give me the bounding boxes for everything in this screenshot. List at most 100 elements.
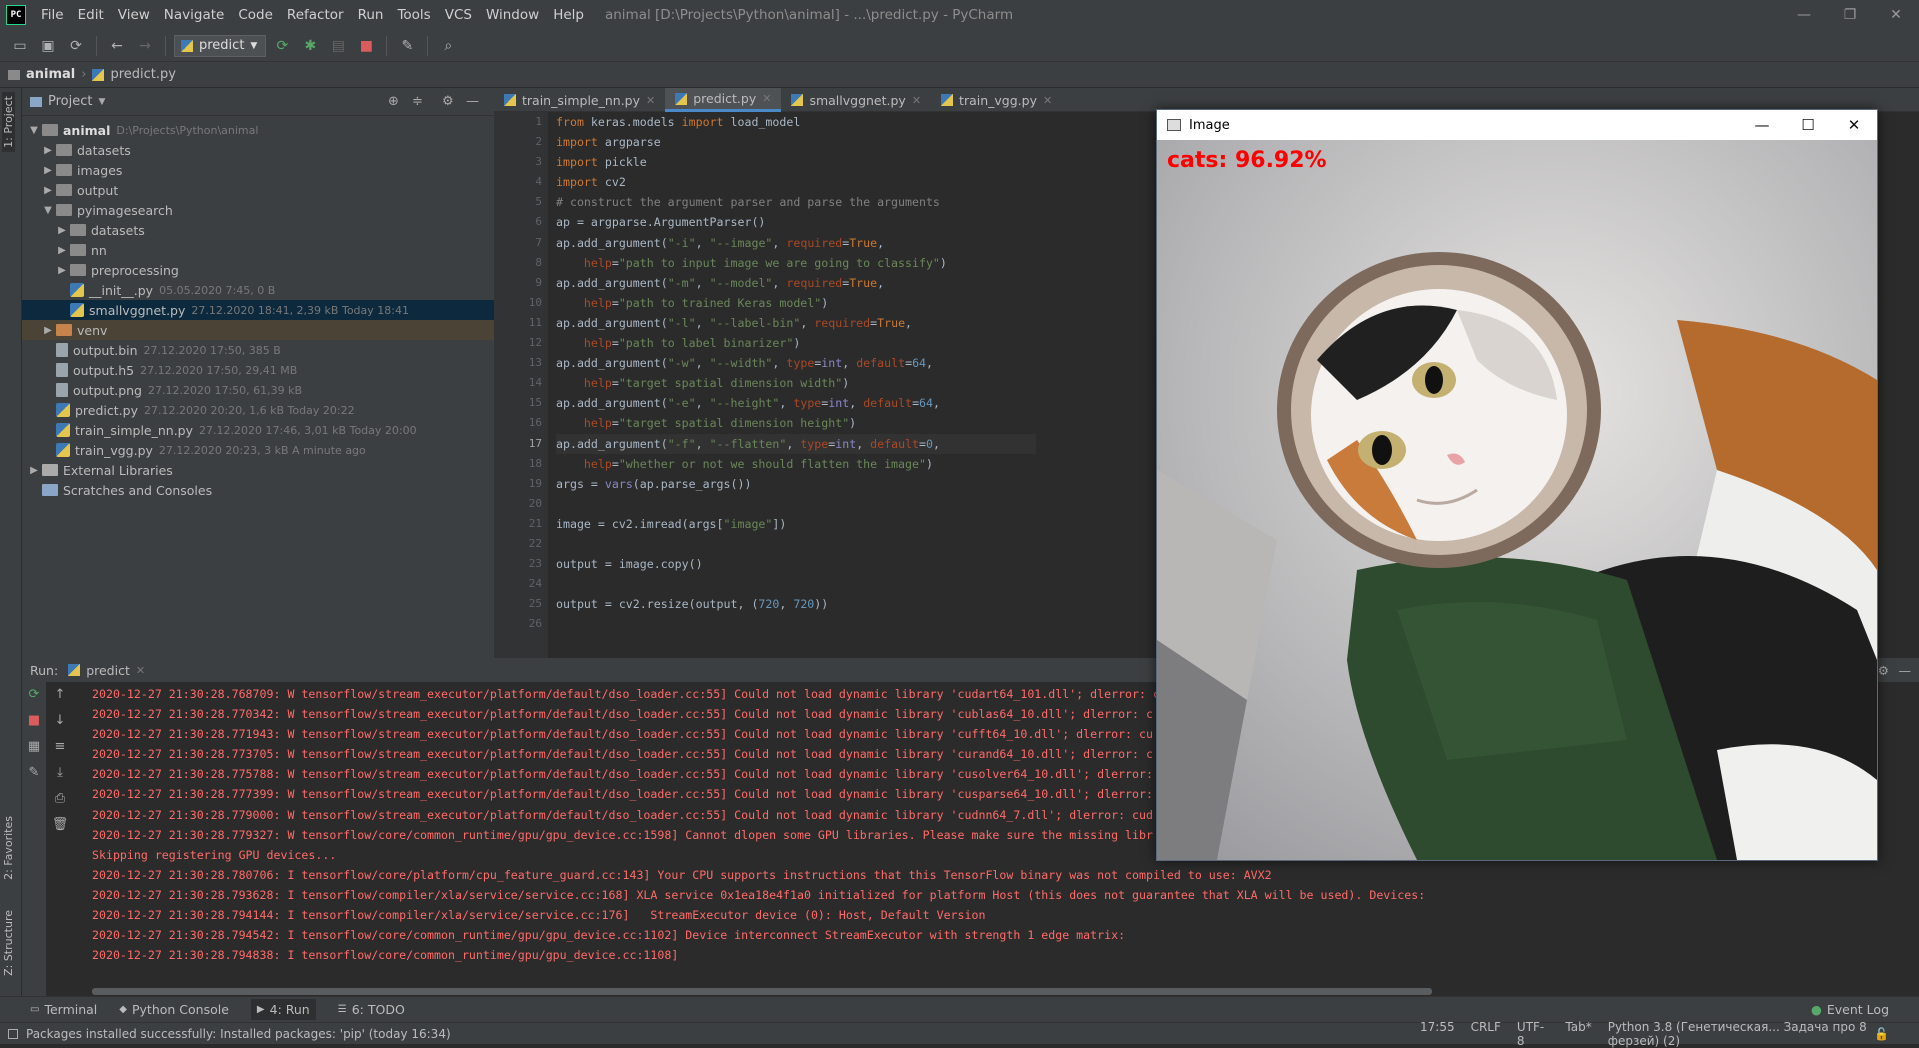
chevron-down-icon[interactable]: ▼	[26, 125, 42, 136]
indent-setting[interactable]: Tab*	[1565, 1020, 1591, 1048]
line-separator[interactable]: CRLF	[1471, 1020, 1501, 1048]
code-area[interactable]: from keras.models import load_model impor…	[556, 112, 1036, 634]
forward-icon[interactable]: →	[133, 34, 157, 58]
soft-wrap-icon[interactable]: ≡	[48, 734, 72, 760]
tool-tab-4-run[interactable]: ▶ 4: Run	[250, 999, 316, 1020]
close-icon[interactable]: ✕	[1831, 110, 1877, 140]
chevron-right-icon[interactable]: ▶	[26, 465, 42, 476]
tree-item[interactable]: ▶ datasets	[22, 140, 494, 160]
scroll-down-icon[interactable]: ↓	[48, 708, 72, 734]
chevron-right-icon[interactable]: ▶	[40, 145, 56, 156]
menu-file[interactable]: File	[34, 7, 71, 23]
pin-icon[interactable]: ✎	[22, 760, 46, 786]
tree-item[interactable]: ▶ images	[22, 160, 494, 180]
close-tab-icon[interactable]: ✕	[762, 92, 771, 105]
maximize-icon[interactable]: ☐	[1785, 110, 1831, 140]
close-tab-icon[interactable]: ✕	[646, 94, 655, 107]
breadcrumb-file[interactable]: predict.py	[110, 67, 176, 82]
close-tab-icon[interactable]: ✕	[1043, 94, 1052, 107]
menu-navigate[interactable]: Navigate	[157, 7, 232, 23]
editor-tab[interactable]: train_vgg.py ✕	[931, 88, 1062, 112]
tool-tab-terminal[interactable]: ▭ Terminal	[30, 999, 97, 1020]
tree-item[interactable]: output.bin 27.12.2020 17:50, 385 B	[22, 340, 494, 360]
tree-item[interactable]: ▼ animal D:\Projects\Python\animal	[22, 120, 494, 140]
close-tab-icon[interactable]: ✕	[136, 664, 145, 677]
open-folder-icon[interactable]: ▭	[8, 34, 32, 58]
cursor-position[interactable]: 17:55	[1420, 1020, 1455, 1048]
menu-code[interactable]: Code	[231, 7, 280, 23]
tree-item[interactable]: ▶ External Libraries	[22, 460, 494, 480]
menu-window[interactable]: Window	[479, 7, 546, 23]
stop-icon[interactable]: ■	[22, 708, 46, 734]
tree-item[interactable]: predict.py 27.12.2020 20:20, 1,6 kB Today…	[22, 400, 494, 420]
coverage-icon[interactable]: ▤	[326, 34, 350, 58]
hide-icon[interactable]: —	[466, 94, 479, 109]
close-icon[interactable]: ✕	[1873, 0, 1919, 30]
interpreter-select[interactable]: Python 3.8 (Генетическая... Задача про 8…	[1608, 1020, 1919, 1048]
lock-icon[interactable]: 🔓	[1874, 1027, 1889, 1041]
chevron-right-icon[interactable]: ▶	[54, 265, 70, 276]
structure-tool-button[interactable]: Z: Structure	[2, 910, 15, 976]
close-tab-icon[interactable]: ✕	[912, 94, 921, 107]
menu-vcs[interactable]: VCS	[438, 7, 479, 23]
event-log-button[interactable]: ● Event Log	[1811, 1002, 1889, 1017]
menu-view[interactable]: View	[111, 7, 157, 23]
menu-edit[interactable]: Edit	[71, 7, 111, 23]
chevron-right-icon[interactable]: ▶	[54, 245, 70, 256]
chevron-right-icon[interactable]: ▶	[40, 185, 56, 196]
tree-item[interactable]: ▼ pyimagesearch	[22, 200, 494, 220]
tree-item[interactable]: ▶ preprocessing	[22, 260, 494, 280]
editor-tab[interactable]: smallvggnet.py ✕	[781, 88, 931, 112]
chevron-right-icon[interactable]: ▶	[40, 325, 56, 336]
menu-tools[interactable]: Tools	[390, 7, 437, 23]
minimize-icon[interactable]: —	[1739, 110, 1785, 140]
tree-item[interactable]: smallvggnet.py 27.12.2020 18:41, 2,39 kB …	[22, 300, 494, 320]
save-all-icon[interactable]: ▣	[36, 34, 60, 58]
tree-item[interactable]: __init__.py 05.05.2020 7:45, 0 B	[22, 280, 494, 300]
debug-icon[interactable]: ✱	[298, 34, 322, 58]
favorites-tool-button[interactable]: 2: Favorites	[2, 816, 15, 880]
project-panel-title[interactable]: Project	[48, 94, 92, 109]
chevron-right-icon[interactable]: ▶	[40, 165, 56, 176]
tree-item[interactable]: train_vgg.py 27.12.2020 20:23, 3 kB A min…	[22, 440, 494, 460]
scroll-up-icon[interactable]: ↑	[48, 682, 72, 708]
rerun-icon[interactable]: ⟳	[270, 34, 294, 58]
tree-item[interactable]: ▶ nn	[22, 240, 494, 260]
search-icon[interactable]: ⌕	[436, 34, 460, 58]
status-message[interactable]: Packages installed successfully: Install…	[26, 1027, 451, 1041]
print-icon[interactable]: ⎙	[48, 786, 72, 812]
minimize-icon[interactable]: —	[1781, 0, 1827, 30]
tree-item[interactable]: ▶ datasets	[22, 220, 494, 240]
collapse-icon[interactable]: ≑	[412, 94, 423, 109]
chevron-down-icon[interactable]: ▼	[40, 205, 56, 216]
locate-icon[interactable]: ⊕	[388, 94, 399, 109]
chevron-right-icon[interactable]: ▶	[54, 225, 70, 236]
run-tab-label[interactable]: predict	[86, 663, 130, 678]
menu-run[interactable]: Run	[351, 7, 391, 23]
tree-item[interactable]: ▶ output	[22, 180, 494, 200]
trash-icon[interactable]: 🗑	[48, 812, 72, 838]
back-icon[interactable]: ←	[105, 34, 129, 58]
tree-item[interactable]: output.png 27.12.2020 17:50, 61,39 kB	[22, 380, 494, 400]
hide-icon[interactable]: —	[1899, 663, 1912, 678]
run-config-select[interactable]: predict ▼	[174, 34, 267, 57]
breadcrumb-project[interactable]: animal	[26, 67, 75, 82]
sync-icon[interactable]: ⟳	[64, 34, 88, 58]
restore-icon[interactable]: ❐	[1827, 0, 1873, 30]
file-encoding[interactable]: UTF-8	[1517, 1020, 1549, 1048]
tree-item[interactable]: output.h5 27.12.2020 17:50, 29,41 MB	[22, 360, 494, 380]
horizontal-scrollbar[interactable]	[92, 988, 1432, 995]
chevron-down-icon[interactable]: ▼	[98, 97, 105, 107]
gear-icon[interactable]: ⚙	[1878, 663, 1889, 678]
menu-help[interactable]: Help	[546, 7, 591, 23]
project-tool-button[interactable]: 1: Project	[2, 92, 15, 152]
stop-icon[interactable]: ■	[354, 34, 378, 58]
scroll-to-end-icon[interactable]: ⤓	[48, 760, 72, 786]
tree-item[interactable]: Scratches and Consoles	[22, 480, 494, 500]
menu-refactor[interactable]: Refactor	[280, 7, 351, 23]
editor-tab[interactable]: predict.py ✕	[665, 88, 782, 112]
tree-item[interactable]: ▶ venv	[22, 320, 494, 340]
status-icon[interactable]	[8, 1028, 18, 1039]
tool-tab-python-console[interactable]: ◆ Python Console	[119, 999, 229, 1020]
rerun-icon[interactable]: ⟳	[22, 682, 46, 708]
